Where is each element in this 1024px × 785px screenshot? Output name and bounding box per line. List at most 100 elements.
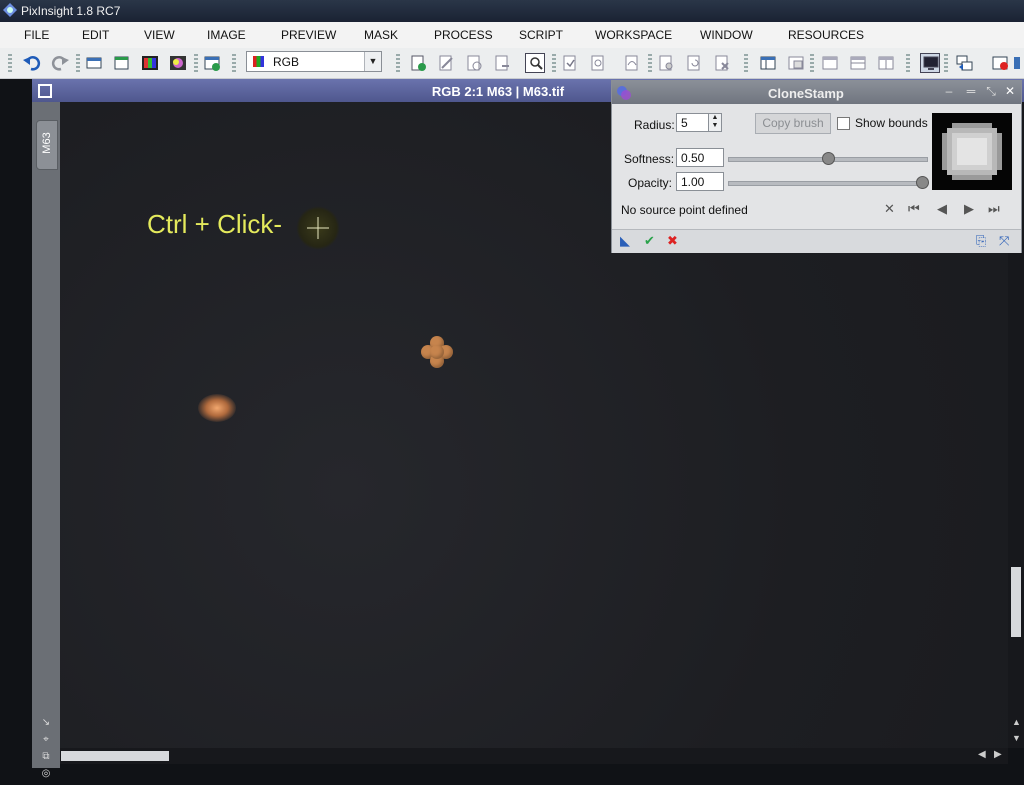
toolbar-grip[interactable] <box>8 54 12 72</box>
reset-icon[interactable] <box>684 53 704 73</box>
layout-icon-2[interactable] <box>848 53 868 73</box>
pixinsight-logo-icon <box>3 3 17 17</box>
monitor-icon[interactable] <box>920 53 940 73</box>
color-image-icon[interactable] <box>168 53 188 73</box>
redo-icon[interactable] <box>50 53 70 73</box>
gear-icon[interactable] <box>656 53 676 73</box>
toolbar-grip[interactable] <box>76 54 80 72</box>
scroll-down-icon[interactable]: ▼ <box>1012 733 1021 743</box>
radius-input[interactable]: 5 <box>676 113 710 132</box>
next-icon[interactable]: ▶ <box>964 201 974 217</box>
opacity-slider[interactable] <box>728 181 928 186</box>
crosshair-cursor-icon <box>307 217 329 239</box>
first-icon[interactable]: ⏮ <box>908 201 920 217</box>
view-compare-icon[interactable] <box>786 53 806 73</box>
app-title: PixInsight 1.8 RC7 <box>21 4 121 18</box>
new-preview-icon[interactable] <box>202 53 222 73</box>
iconize-icon[interactable]: ⤡ <box>984 84 998 99</box>
clonestamp-process-icon <box>617 86 631 100</box>
close-icon[interactable]: ✕ <box>1003 84 1017 98</box>
layout-icon-3[interactable] <box>876 53 896 73</box>
radius-spinner[interactable]: ▲ ▼ <box>708 113 722 132</box>
clear-icon[interactable]: ✕ <box>884 201 895 217</box>
view-side-icons: ↘ ⌖ ⧉ ◎ <box>40 717 54 785</box>
apply-icon[interactable]: ✔ <box>644 233 655 249</box>
channel-select[interactable]: RGB ▼ <box>246 51 382 72</box>
view-tab-m63[interactable]: M63 <box>36 120 58 170</box>
menu-image[interactable]: IMAGE <box>207 28 246 42</box>
horizontal-scroll-thumb[interactable] <box>61 751 169 761</box>
clonestamp-titlebar[interactable]: CloneStamp – ═ ⤡ ✕ <box>612 81 1021 104</box>
copy-brush-button[interactable]: Copy brush <box>755 113 831 134</box>
menu-edit[interactable]: EDIT <box>82 28 109 42</box>
rgb-channels-icon[interactable] <box>140 53 160 73</box>
image-window-title: RGB 2:1 M63 | M63.tif <box>431 84 565 99</box>
tool-remove-icon[interactable] <box>492 53 512 73</box>
menu-workspace[interactable]: WORKSPACE <box>595 28 672 42</box>
app-titlebar: PixInsight 1.8 RC7 <box>0 0 1024 22</box>
menu-mask[interactable]: MASK <box>364 28 398 42</box>
window-menu-icon[interactable] <box>38 84 52 98</box>
menu-preview[interactable]: PREVIEW <box>281 28 336 42</box>
copy-view-icon[interactable]: ⧉ <box>40 751 52 763</box>
last-icon[interactable]: ⏭ <box>988 201 1000 217</box>
vertical-scroll-thumb[interactable] <box>1011 567 1021 637</box>
target-icon[interactable]: ◎ <box>40 768 52 780</box>
source-status: No source point defined <box>621 203 748 217</box>
previous-icon[interactable]: ◀ <box>937 201 947 217</box>
toolbar-grip[interactable] <box>944 54 948 72</box>
new-instance-icon[interactable]: ◣ <box>620 233 630 249</box>
reset-parameters-icon[interactable]: ⤧ <box>999 233 1009 249</box>
toolbar-grip[interactable] <box>744 54 748 72</box>
menu-script[interactable]: SCRIPT <box>519 28 563 42</box>
menu-resources[interactable]: RESOURCES <box>788 28 864 42</box>
cancel-icon[interactable]: ✖ <box>667 233 678 249</box>
layout-icon-1[interactable] <box>820 53 840 73</box>
swap-windows-icon[interactable] <box>954 53 974 73</box>
window-icon[interactable] <box>84 53 104 73</box>
process-icon-2[interactable] <box>588 53 608 73</box>
opacity-input[interactable]: 1.00 <box>676 172 724 191</box>
show-bounds-checkbox[interactable] <box>837 117 850 130</box>
close-process-icon[interactable] <box>712 53 732 73</box>
documentation-icon[interactable]: ⎘ <box>976 233 986 249</box>
menu-view[interactable]: VIEW <box>144 28 175 42</box>
toolbar-grip[interactable] <box>396 54 400 72</box>
menu-process[interactable]: PROCESS <box>434 28 493 42</box>
toolbar-grip[interactable] <box>906 54 910 72</box>
menu-file[interactable]: FILE <box>24 28 49 42</box>
new-image-icon[interactable] <box>112 53 132 73</box>
tool-edit-icon[interactable] <box>436 53 456 73</box>
view-window-icon[interactable] <box>758 53 778 73</box>
scroll-up-icon[interactable]: ▲ <box>1012 717 1021 727</box>
crosshair-icon[interactable]: ⌖ <box>40 734 52 746</box>
process-icon-3[interactable] <box>622 53 642 73</box>
expand-icon[interactable]: ↘ <box>40 717 52 729</box>
shade-icon[interactable]: ═ <box>964 84 978 98</box>
zoom-tool-icon[interactable] <box>525 53 545 73</box>
chevron-down-icon[interactable]: ▼ <box>364 52 381 71</box>
pin-icon[interactable] <box>1012 53 1024 73</box>
menu-window[interactable]: WINDOW <box>700 28 753 42</box>
softness-slider-handle[interactable] <box>822 152 835 165</box>
toolbar-grip[interactable] <box>810 54 814 72</box>
process-icon-1[interactable] <box>560 53 580 73</box>
toolbar-grip[interactable] <box>552 54 556 72</box>
close-all-icon[interactable] <box>990 53 1010 73</box>
brush-cursor <box>296 206 340 250</box>
scroll-left-icon[interactable]: ◀ <box>978 749 986 760</box>
scroll-right-icon[interactable]: ▶ <box>994 749 1002 760</box>
tool-add-icon[interactable] <box>464 53 484 73</box>
panel-footer: ◣ ✔ ✖ ⎘ ⤧ <box>612 229 1021 253</box>
horizontal-scrollbar[interactable]: ◀ ▶ <box>60 748 1008 764</box>
minimize-icon[interactable]: – <box>942 84 956 98</box>
main-toolbar <box>0 48 1024 79</box>
softness-input[interactable]: 0.50 <box>676 148 724 167</box>
workspace-left-edge <box>0 79 32 768</box>
toolbar-grip[interactable] <box>648 54 652 72</box>
opacity-slider-handle[interactable] <box>916 176 929 189</box>
undo-icon[interactable] <box>22 53 42 73</box>
tool-new-icon[interactable] <box>408 53 428 73</box>
toolbar-grip[interactable] <box>232 54 236 72</box>
toolbar-grip[interactable] <box>194 54 198 72</box>
